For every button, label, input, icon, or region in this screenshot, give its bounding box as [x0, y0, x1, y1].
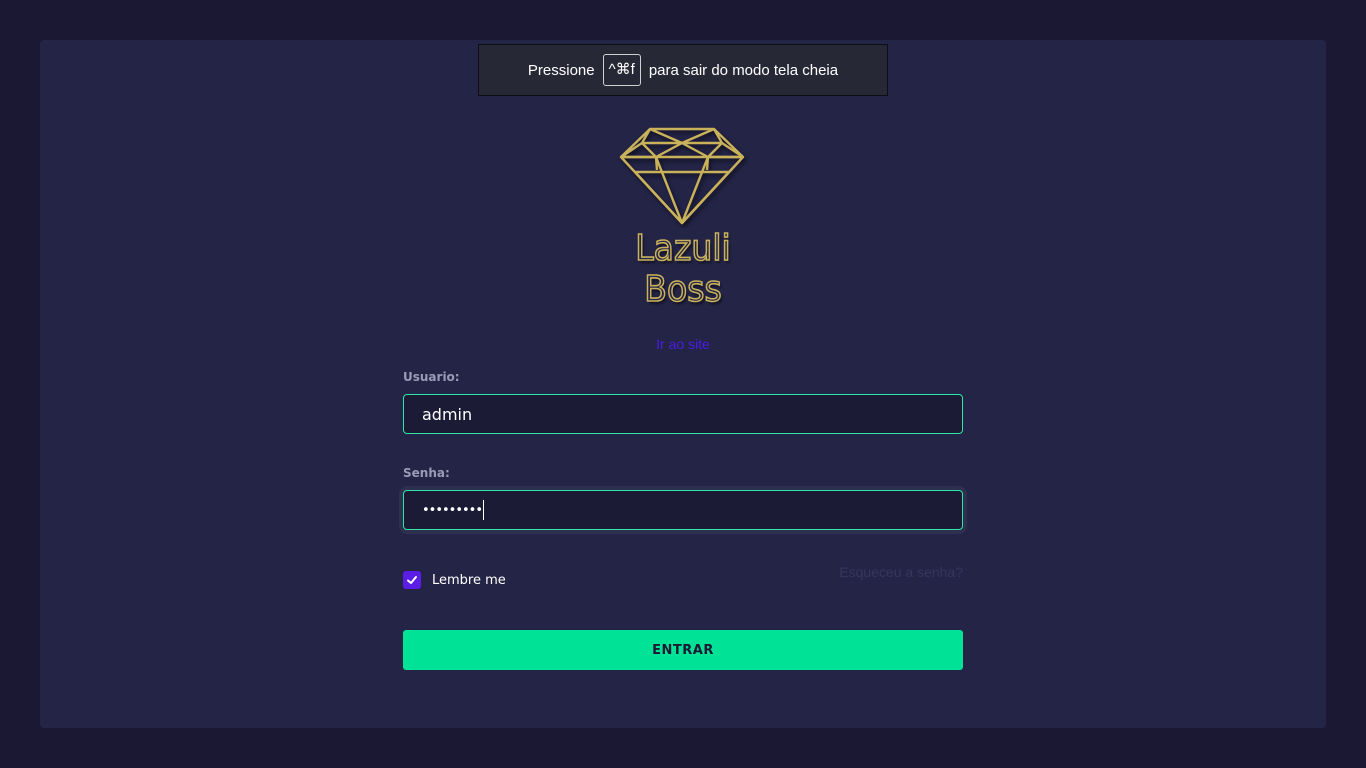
- remember-me-label: Lembre me: [432, 572, 506, 588]
- login-button[interactable]: ENTRAR: [403, 630, 963, 670]
- forgot-password-link[interactable]: Esqueceu a senha?: [803, 564, 963, 580]
- password-label: Senha:: [403, 466, 450, 480]
- checkmark-icon: [407, 576, 417, 584]
- fullscreen-shortcut-key: ^⌘f: [602, 54, 641, 86]
- brand-logo-text: Lazuli Boss: [634, 227, 731, 311]
- password-input[interactable]: •••••••••: [403, 490, 963, 530]
- username-value: admin: [422, 404, 473, 424]
- remember-me-option[interactable]: Lembre me: [403, 571, 506, 589]
- diamond-icon: [619, 127, 745, 225]
- fullscreen-notice: Pressione ^⌘f para sair do modo tela che…: [478, 44, 888, 96]
- fullscreen-notice-prefix: Pressione: [527, 61, 595, 79]
- username-label: Usuario:: [403, 370, 460, 384]
- remember-me-checkbox[interactable]: [403, 571, 421, 589]
- password-value: •••••••••: [422, 502, 483, 518]
- go-to-site-link[interactable]: Ir ao site: [403, 336, 963, 352]
- brand-logo: Lazuli Boss: [590, 120, 776, 311]
- fullscreen-notice-suffix: para sair do modo tela cheia: [648, 61, 839, 79]
- username-input[interactable]: admin: [403, 394, 963, 434]
- text-caret: [483, 500, 485, 520]
